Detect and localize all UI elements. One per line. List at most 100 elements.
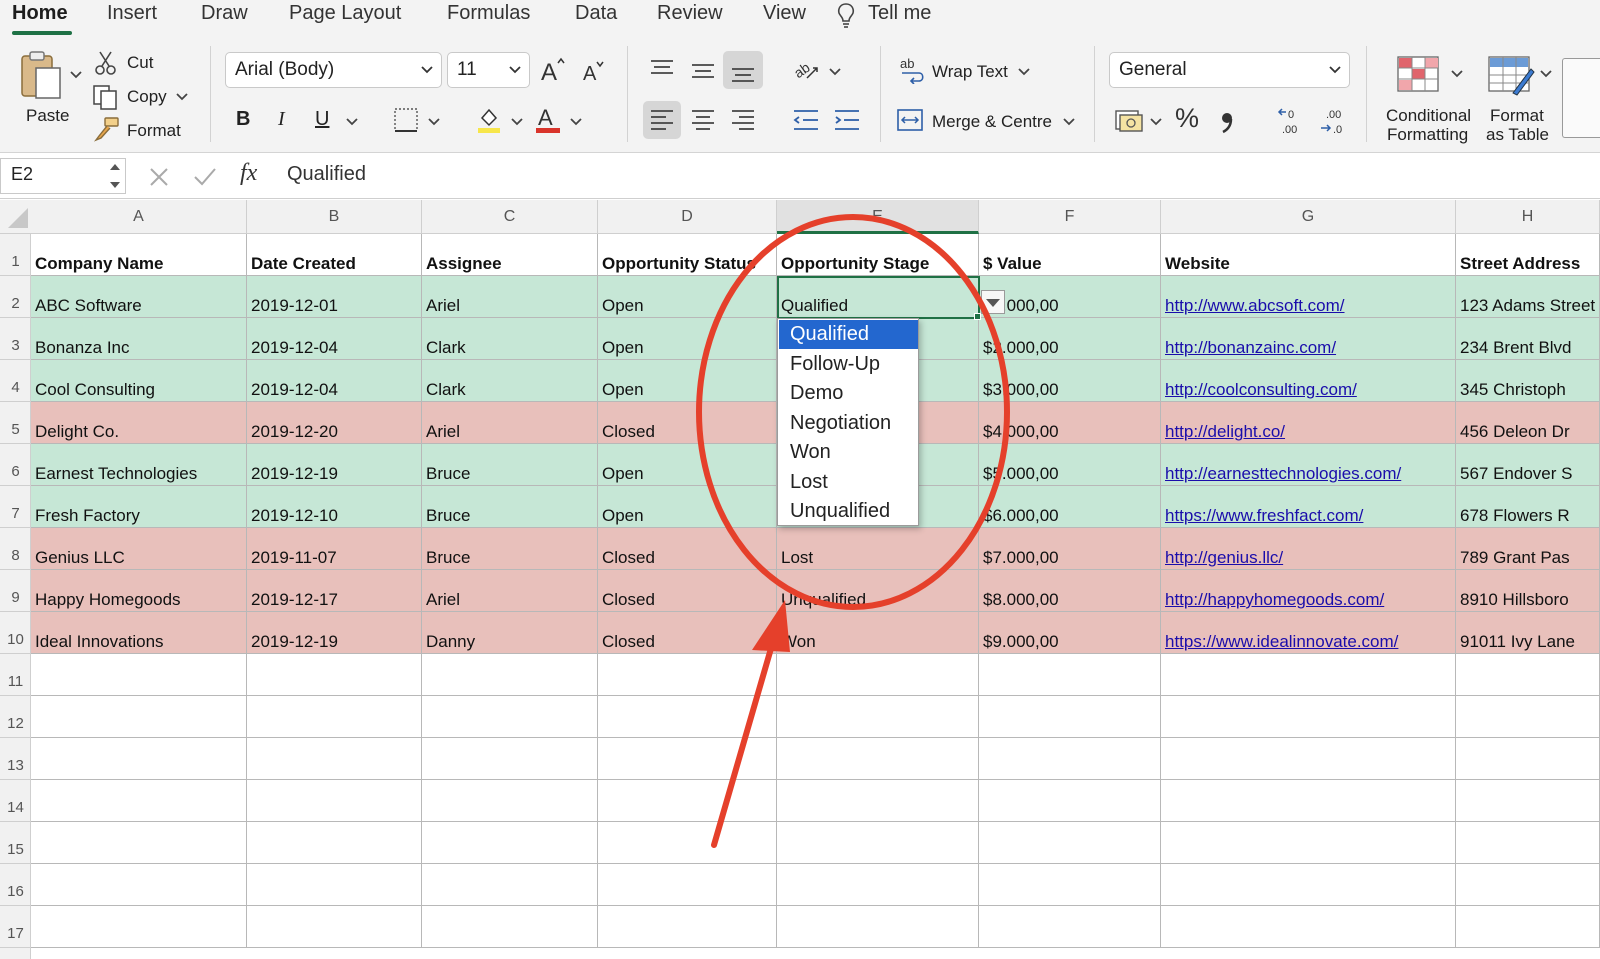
enter-check-icon[interactable] bbox=[192, 166, 218, 188]
status-cell[interactable]: Closed bbox=[598, 612, 777, 654]
conditional-formatting-icon[interactable] bbox=[1396, 55, 1442, 95]
dropdown-option[interactable]: Unqualified bbox=[779, 497, 918, 526]
format-as-table-icon[interactable] bbox=[1487, 55, 1535, 97]
empty-cell[interactable] bbox=[422, 654, 598, 696]
empty-cell[interactable] bbox=[598, 864, 777, 906]
header-cell[interactable]: $ Value bbox=[979, 234, 1161, 276]
website-cell[interactable]: http://happyhomegoods.com/ bbox=[1161, 570, 1456, 612]
tab-data[interactable]: Data bbox=[575, 2, 617, 25]
empty-cell[interactable] bbox=[1456, 906, 1600, 948]
street-cell[interactable]: 567 Endover S bbox=[1456, 444, 1600, 486]
conditional-formatting-chevron-icon[interactable] bbox=[1451, 70, 1463, 78]
conditional-formatting-label-1[interactable]: Conditional bbox=[1386, 106, 1471, 126]
value-cell[interactable]: $4.000,00 bbox=[979, 402, 1161, 444]
company-cell[interactable]: Bonanza Inc bbox=[31, 318, 247, 360]
dropdown-option[interactable]: Won bbox=[779, 438, 918, 467]
accounting-format-icon[interactable] bbox=[1114, 108, 1144, 134]
empty-cell[interactable] bbox=[1456, 696, 1600, 738]
align-right-icon[interactable] bbox=[731, 109, 755, 131]
header-cell[interactable]: Opportunity Stage bbox=[777, 234, 979, 276]
empty-cell[interactable] bbox=[422, 696, 598, 738]
status-cell[interactable]: Open bbox=[598, 444, 777, 486]
insert-function-button[interactable]: fx bbox=[240, 160, 257, 187]
comma-style-icon[interactable] bbox=[1219, 108, 1235, 134]
website-cell[interactable]: https://www.freshfact.com/ bbox=[1161, 486, 1456, 528]
fill-color-chevron-icon[interactable] bbox=[511, 118, 523, 126]
assignee-cell[interactable]: Danny bbox=[422, 612, 598, 654]
assignee-cell[interactable]: Clark bbox=[422, 360, 598, 402]
status-cell[interactable]: Closed bbox=[598, 570, 777, 612]
column-header-h[interactable]: H bbox=[1456, 200, 1600, 234]
borders-icon[interactable] bbox=[393, 107, 419, 133]
header-cell[interactable]: Street Address bbox=[1456, 234, 1600, 276]
date-cell[interactable]: 2019-11-07 bbox=[247, 528, 422, 570]
font-name-select[interactable]: Arial (Body) bbox=[225, 52, 442, 88]
empty-cell[interactable] bbox=[979, 780, 1161, 822]
increase-font-size-icon[interactable]: A bbox=[540, 56, 568, 84]
row-header-6[interactable]: 6 bbox=[0, 444, 31, 486]
assignee-cell[interactable]: Bruce bbox=[422, 444, 598, 486]
empty-cell[interactable] bbox=[247, 654, 422, 696]
company-cell[interactable]: Genius LLC bbox=[31, 528, 247, 570]
empty-cell[interactable] bbox=[31, 822, 247, 864]
merge-centre-icon[interactable] bbox=[897, 108, 923, 132]
assignee-cell[interactable]: Ariel bbox=[422, 402, 598, 444]
status-cell[interactable]: Open bbox=[598, 318, 777, 360]
row-header-13[interactable]: 13 bbox=[0, 738, 31, 780]
tab-home[interactable]: Home bbox=[12, 2, 68, 25]
percent-style-button[interactable]: % bbox=[1175, 103, 1199, 134]
header-cell[interactable]: Website bbox=[1161, 234, 1456, 276]
assignee-cell[interactable]: Ariel bbox=[422, 276, 598, 318]
website-cell[interactable]: http://bonanzainc.com/ bbox=[1161, 318, 1456, 360]
align-center-icon[interactable] bbox=[691, 109, 715, 131]
date-cell[interactable]: 2019-12-19 bbox=[247, 612, 422, 654]
empty-cell[interactable] bbox=[31, 864, 247, 906]
website-cell[interactable]: http://www.abcsoft.com/ bbox=[1161, 276, 1456, 318]
empty-cell[interactable] bbox=[1456, 780, 1600, 822]
website-cell[interactable]: http://genius.llc/ bbox=[1161, 528, 1456, 570]
value-cell[interactable]: $2.000,00 bbox=[979, 318, 1161, 360]
format-as-table-label-1[interactable]: Format bbox=[1490, 106, 1544, 126]
empty-cell[interactable] bbox=[777, 654, 979, 696]
header-cell[interactable]: Company Name bbox=[31, 234, 247, 276]
value-cell[interactable]: $1.000,00 bbox=[979, 276, 1161, 318]
italic-button[interactable]: I bbox=[278, 108, 285, 131]
empty-cell[interactable] bbox=[247, 780, 422, 822]
column-header-e[interactable]: E bbox=[777, 200, 979, 234]
cancel-icon[interactable] bbox=[148, 166, 170, 188]
cell-styles-button[interactable] bbox=[1562, 58, 1600, 138]
row-header-10[interactable]: 10 bbox=[0, 612, 31, 654]
street-cell[interactable]: 456 Deleon Dr bbox=[1456, 402, 1600, 444]
fill-color-icon[interactable] bbox=[476, 106, 502, 134]
empty-cell[interactable] bbox=[598, 906, 777, 948]
empty-cell[interactable] bbox=[598, 738, 777, 780]
copy-label[interactable]: Copy bbox=[127, 87, 167, 107]
align-left-icon[interactable] bbox=[650, 109, 674, 131]
column-header-d[interactable]: D bbox=[598, 200, 777, 234]
borders-chevron-icon[interactable] bbox=[428, 118, 440, 126]
decrease-indent-icon[interactable] bbox=[793, 109, 819, 131]
top-align-icon[interactable] bbox=[650, 58, 674, 80]
street-cell[interactable]: 234 Brent Blvd bbox=[1456, 318, 1600, 360]
street-cell[interactable]: 789 Grant Pas bbox=[1456, 528, 1600, 570]
assignee-cell[interactable]: Clark bbox=[422, 318, 598, 360]
date-cell[interactable]: 2019-12-04 bbox=[247, 360, 422, 402]
column-header-f[interactable]: F bbox=[979, 200, 1161, 234]
status-cell[interactable]: Closed bbox=[598, 528, 777, 570]
cut-label[interactable]: Cut bbox=[127, 53, 153, 73]
value-cell[interactable]: $9.000,00 bbox=[979, 612, 1161, 654]
row-header-2[interactable]: 2 bbox=[0, 276, 31, 318]
merge-centre-label[interactable]: Merge & Centre bbox=[932, 112, 1052, 132]
row-header-3[interactable]: 3 bbox=[0, 318, 31, 360]
tab-insert[interactable]: Insert bbox=[107, 2, 157, 25]
tab-formulas[interactable]: Formulas bbox=[447, 2, 530, 25]
name-box-stepper-icon[interactable] bbox=[108, 160, 122, 192]
validation-dropdown-list[interactable]: Qualified Follow-Up Demo Negotiation Won Lost… bbox=[777, 318, 919, 526]
copy-chevron-icon[interactable] bbox=[176, 93, 188, 101]
empty-cell[interactable] bbox=[422, 738, 598, 780]
format-as-table-label-2[interactable]: as Table bbox=[1486, 125, 1549, 145]
street-cell[interactable]: 91011 Ivy Lane bbox=[1456, 612, 1600, 654]
empty-cell[interactable] bbox=[31, 654, 247, 696]
value-cell[interactable]: $7.000,00 bbox=[979, 528, 1161, 570]
date-cell[interactable]: 2019-12-01 bbox=[247, 276, 422, 318]
